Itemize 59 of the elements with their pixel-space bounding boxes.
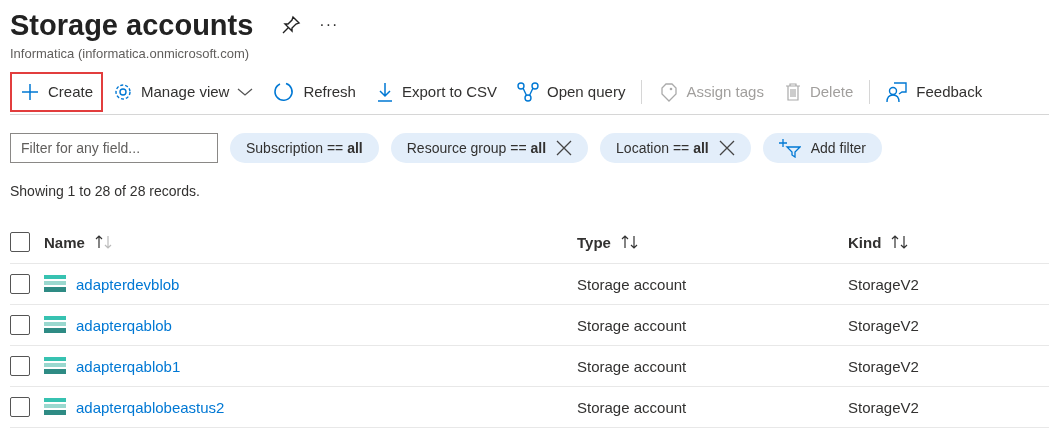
pin-icon[interactable] — [281, 15, 302, 35]
filter-label: Subscription == all — [246, 140, 363, 156]
page-subtitle: Informatica (informatica.onmicrosoft.com) — [10, 46, 251, 61]
filter-pill[interactable]: Resource group == all — [390, 133, 589, 163]
filter-pill[interactable]: Subscription == all — [230, 133, 379, 163]
tag-icon — [658, 81, 679, 102]
table-cell: StorageV2 — [848, 275, 919, 293]
page-title: Storage accounts — [10, 8, 254, 42]
records-count: Showing 1 to 28 of 28 records. — [10, 183, 201, 199]
row-checkbox[interactable] — [10, 356, 30, 376]
sort-icon[interactable] — [891, 235, 910, 249]
account-link[interactable]: adapterqablob1 — [76, 357, 181, 375]
table-cell: StorageV2 — [848, 398, 919, 416]
feedback-button[interactable]: Feedback — [876, 71, 993, 112]
download-icon — [375, 81, 394, 102]
table-cell: Storage account — [577, 316, 687, 334]
storage-icon — [44, 316, 66, 334]
feedback-icon — [886, 80, 909, 103]
filter-label: Location == all — [616, 140, 709, 156]
filter-label: Add filter — [810, 140, 866, 156]
row-checkbox[interactable] — [10, 315, 30, 335]
select-all-checkbox[interactable] — [10, 232, 30, 252]
account-link[interactable]: adapterdevblob — [76, 275, 180, 293]
close-icon[interactable] — [556, 140, 573, 156]
nodes-icon — [517, 80, 539, 103]
query-button[interactable]: Open query — [507, 71, 636, 112]
storage-icon — [44, 357, 66, 375]
trash-icon — [783, 81, 802, 102]
chevron-down-icon — [237, 86, 254, 97]
row-checkbox[interactable] — [10, 274, 30, 294]
table-cell: Storage account — [577, 275, 687, 293]
account-link[interactable]: adapterqablob — [76, 316, 172, 334]
more-button[interactable]: ··· — [319, 16, 339, 34]
add-filter-icon — [778, 138, 801, 158]
filter-label: Resource group == all — [406, 140, 547, 156]
refresh-button[interactable]: Refresh — [263, 71, 366, 112]
close-icon[interactable] — [718, 140, 735, 156]
column-header[interactable]: Type — [577, 233, 611, 251]
column-header[interactable]: Kind — [848, 233, 882, 251]
sort-icon[interactable] — [94, 235, 113, 249]
account-link[interactable]: adapterqablobeastus2 — [76, 398, 225, 416]
storage-icon — [44, 275, 66, 293]
manage-button[interactable]: Manage view — [103, 71, 264, 112]
plus-icon — [20, 81, 40, 102]
table-cell: Storage account — [577, 357, 687, 375]
filter-pill[interactable]: Location == all — [600, 133, 751, 163]
create-button[interactable]: Create — [10, 71, 104, 112]
column-header[interactable]: Name — [44, 233, 85, 251]
table-cell: StorageV2 — [848, 357, 919, 375]
table-cell: Storage account — [577, 398, 687, 416]
add-filter-button[interactable]: Add filter — [762, 133, 882, 163]
row-checkbox[interactable] — [10, 397, 30, 417]
filter-field[interactable]: Filter for any field... — [10, 133, 218, 163]
gear-icon — [113, 81, 134, 102]
sort-icon[interactable] — [620, 235, 639, 249]
table-cell: StorageV2 — [848, 316, 919, 334]
export-button[interactable]: Export to CSV — [365, 71, 507, 112]
storage-icon — [44, 398, 66, 416]
refresh-icon — [273, 80, 296, 103]
